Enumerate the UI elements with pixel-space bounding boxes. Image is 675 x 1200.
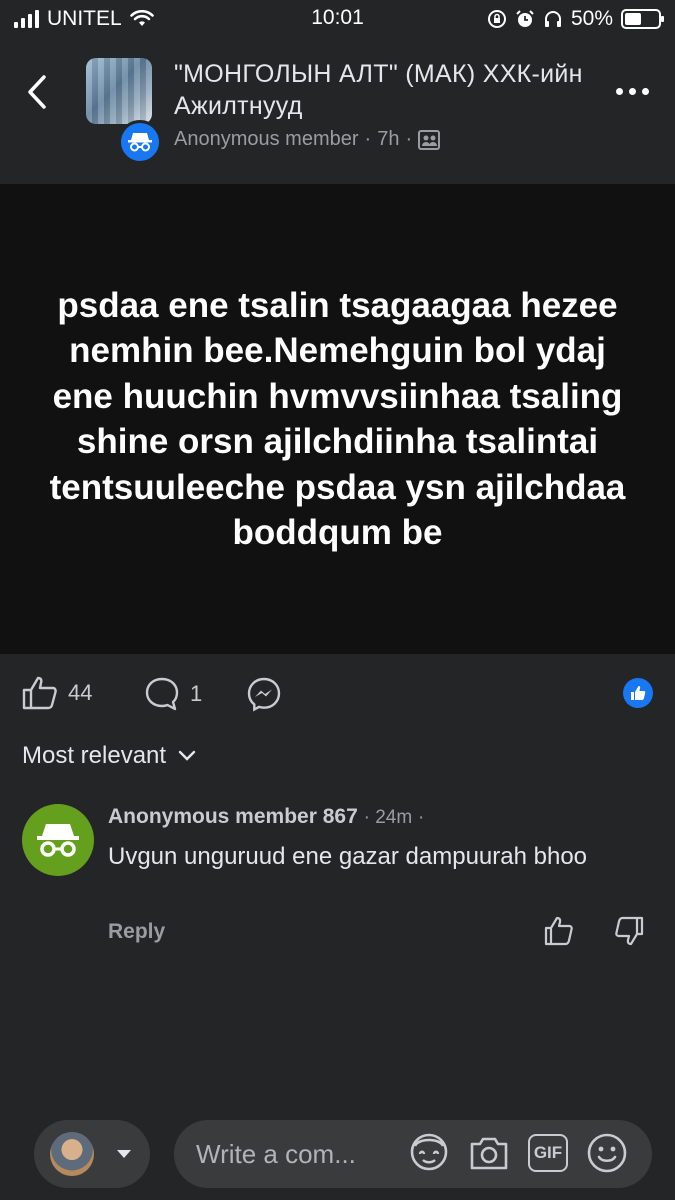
anonymous-badge <box>118 120 162 164</box>
gif-icon[interactable]: GIF <box>528 1134 568 1172</box>
post-actions: 44 1 <box>0 666 675 722</box>
more-options-icon[interactable] <box>616 88 649 95</box>
identity-switcher[interactable] <box>34 1120 150 1188</box>
comment-button[interactable]: 1 <box>144 676 202 712</box>
downvote-icon[interactable] <box>614 916 644 946</box>
status-bar: UNITEL 10:01 50% <box>0 0 675 38</box>
messenger-icon <box>247 677 281 712</box>
post-text: psdaa ene tsalin tsagaagaa hezee nemhin … <box>49 285 626 553</box>
messenger-share-button[interactable] <box>246 676 282 712</box>
chevron-down-icon <box>178 750 196 761</box>
incognito-icon <box>128 133 152 152</box>
caret-down-icon <box>117 1150 131 1158</box>
post-time: 7h <box>377 128 400 150</box>
upvote-icon[interactable] <box>544 916 574 946</box>
comment-avatar[interactable] <box>22 804 94 876</box>
group-title[interactable]: "МОНГОЛЫН АЛТ" (МАК) ХХК-ийн Ажилтнууд <box>174 58 594 122</box>
like-button[interactable]: 44 <box>22 676 92 710</box>
group-avatar-image <box>86 58 152 124</box>
comment-meta-separator: · <box>363 807 376 828</box>
headphones-icon <box>544 11 561 27</box>
meta-separator: · <box>364 128 372 150</box>
comment-author-line: Anonymous member 867 · 24m · <box>108 805 424 829</box>
comment-count: 1 <box>190 681 203 706</box>
incognito-icon <box>37 824 79 857</box>
emoji-icon[interactable] <box>586 1132 628 1174</box>
alarm-icon <box>516 10 534 27</box>
camera-icon[interactable] <box>468 1134 510 1172</box>
battery-icon <box>621 9 664 29</box>
composer-tools: GIF <box>408 1132 628 1174</box>
author-label: Anonymous member <box>174 128 359 150</box>
comment-composer: GIF <box>0 1110 675 1200</box>
battery-percent: 50% <box>570 7 613 30</box>
reply-button[interactable]: Reply <box>108 920 165 944</box>
comment-input[interactable] <box>196 1138 396 1170</box>
comment-time: 24m <box>375 807 413 828</box>
comment-bubble-icon <box>145 677 179 711</box>
thumbs-up-icon <box>22 676 57 710</box>
comment-meta-separator: · <box>418 807 425 828</box>
like-count: 44 <box>68 680 93 705</box>
post-header: "МОНГОЛЫН АЛТ" (МАК) ХХК-ийн Ажилтнууд A… <box>0 44 675 164</box>
user-avatar <box>50 1132 94 1176</box>
back-arrow-icon[interactable] <box>26 74 48 110</box>
group-members-icon <box>418 129 441 150</box>
orientation-lock-icon <box>487 10 506 28</box>
avatar-sticker-icon[interactable] <box>408 1132 450 1174</box>
status-right: 50% <box>487 7 664 31</box>
post-content: psdaa ene tsalin tsagaagaa hezee nemhin … <box>0 184 675 654</box>
comment-author-name[interactable]: Anonymous member 867 <box>108 805 358 828</box>
comment-text: Uvgun unguruud ene gazar dampuurah bhoo <box>108 843 588 870</box>
reaction-like-badge[interactable] <box>623 678 653 708</box>
battery-fill <box>625 13 641 25</box>
group-avatar[interactable] <box>86 58 152 124</box>
comment-sort-dropdown[interactable]: Most relevant <box>22 742 196 770</box>
meta-separator: · <box>405 128 413 150</box>
like-reaction-icon <box>631 686 646 700</box>
sort-label: Most relevant <box>22 742 167 769</box>
post-meta: Anonymous member · 7h · <box>174 128 441 151</box>
